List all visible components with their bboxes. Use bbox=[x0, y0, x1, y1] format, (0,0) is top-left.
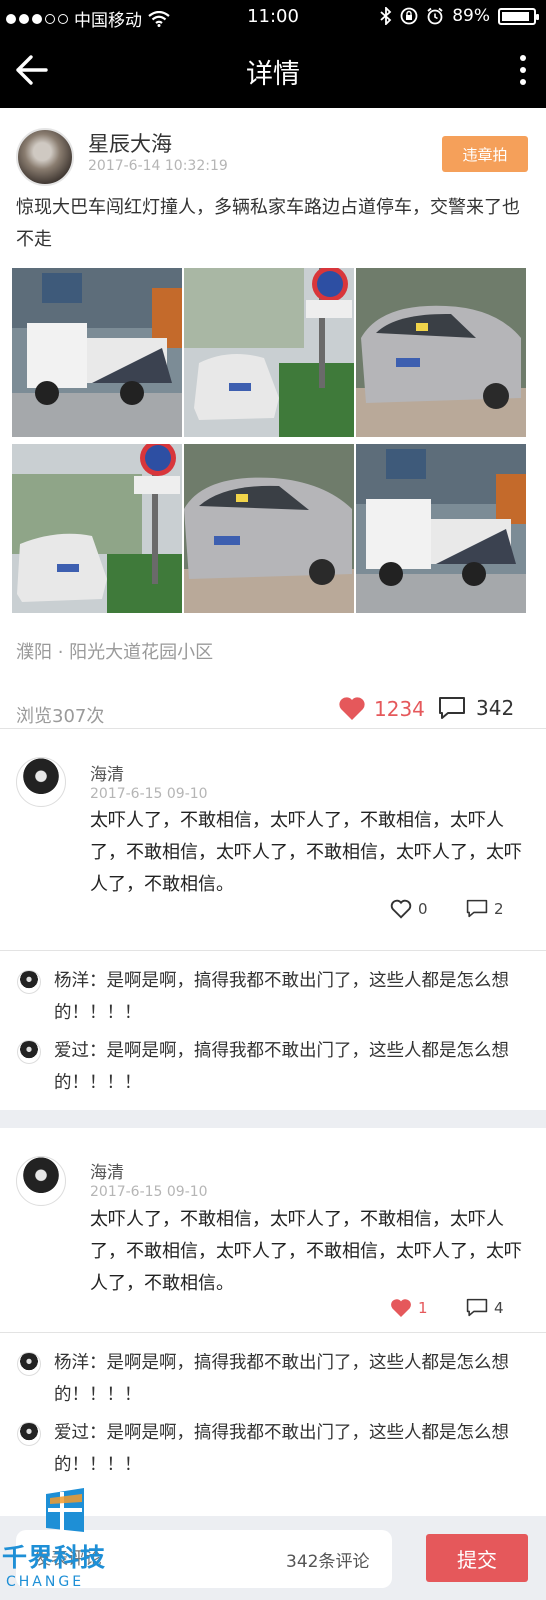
total-comment-count: 342条评论 bbox=[286, 1552, 370, 1572]
comment-icon bbox=[466, 899, 488, 918]
heart-filled-icon bbox=[391, 1299, 411, 1318]
section-gap bbox=[0, 1110, 546, 1128]
reply-text: 爱过：是啊是啊，搞得我都不敢出门了，这些人都是怎么想的！！！！ bbox=[54, 1423, 509, 1475]
violation-tag-button[interactable]: 违章拍 bbox=[442, 136, 528, 172]
heart-outline-icon bbox=[390, 899, 412, 919]
photo-white-sedan-2[interactable] bbox=[12, 444, 182, 613]
battery-percent: 89% bbox=[452, 6, 490, 26]
nav-bar: 详情 bbox=[0, 34, 546, 108]
divider bbox=[0, 950, 546, 951]
comment-icon bbox=[466, 1298, 488, 1317]
photo-tow-truck[interactable] bbox=[12, 268, 182, 437]
comment-icon bbox=[439, 697, 465, 719]
comment-reply-count: 2 bbox=[494, 899, 504, 918]
status-bar: 中国移动 11:00 89% bbox=[0, 0, 546, 34]
watermark-logo: 千界科技 CHANGE bbox=[0, 1482, 130, 1600]
view-count: 浏览307次 bbox=[16, 706, 105, 727]
comment-button[interactable]: 342 bbox=[438, 696, 514, 720]
divider bbox=[0, 728, 546, 729]
watermark-sub: CHANGE bbox=[6, 1574, 85, 1590]
rotation-lock-icon bbox=[400, 7, 418, 25]
comment-like-count: 1 bbox=[418, 1299, 428, 1317]
divider bbox=[0, 1332, 546, 1333]
comment-reply-button[interactable]: 2 bbox=[466, 899, 504, 918]
post-time: 2017-6-14 10:32:19 bbox=[88, 158, 228, 174]
reply-text: 杨洋：是啊是啊，搞得我都不敢出门了，这些人都是怎么想的！！！！ bbox=[54, 971, 509, 1023]
more-icon[interactable] bbox=[514, 52, 532, 88]
comment-like-button[interactable]: 1 bbox=[390, 1298, 428, 1318]
submit-button[interactable]: 提交 bbox=[426, 1534, 528, 1582]
commenter-avatar[interactable] bbox=[16, 1156, 66, 1206]
author-avatar[interactable] bbox=[16, 128, 74, 186]
comment-time: 2017-6-15 09-10 bbox=[90, 786, 208, 802]
comment-reply-count: 4 bbox=[494, 1298, 504, 1317]
photo-tow-truck-2[interactable] bbox=[356, 444, 526, 613]
photo-silver-suv[interactable] bbox=[356, 268, 526, 437]
commenter-name[interactable]: 海清 bbox=[90, 760, 124, 785]
comment-count: 342 bbox=[476, 696, 515, 720]
alarm-icon bbox=[427, 7, 443, 25]
photo-silver-suv-2[interactable] bbox=[184, 444, 354, 613]
author-name[interactable]: 星辰大海 bbox=[88, 128, 172, 158]
reply-text: 爱过：是啊是啊，搞得我都不敢出门了，这些人都是怎么想的！！！！ bbox=[54, 1041, 509, 1093]
comment-like-button[interactable]: 0 bbox=[390, 899, 428, 919]
photo-white-sedan[interactable] bbox=[184, 268, 354, 437]
reply-avatar bbox=[17, 1422, 41, 1446]
post-content: 惊现大巴车闯红灯撞人，多辆私家车路边占道停车，交警来了也不走 bbox=[16, 197, 520, 250]
reply-avatar bbox=[17, 970, 41, 994]
comment-text: 太吓人了，不敢相信，太吓人了，不敢相信，太吓人了，不敢相信，太吓人了，不敢相信，… bbox=[90, 1209, 522, 1294]
comment-reply-button[interactable]: 4 bbox=[466, 1298, 504, 1317]
commenter-avatar[interactable] bbox=[16, 757, 66, 807]
photo-grid bbox=[12, 268, 534, 618]
bluetooth-icon bbox=[380, 7, 392, 25]
comment-time: 2017-6-15 09-10 bbox=[90, 1184, 208, 1200]
page-title: 详情 bbox=[246, 59, 300, 90]
like-button[interactable]: 1234 bbox=[338, 696, 425, 721]
like-count: 1234 bbox=[374, 696, 425, 721]
battery-icon bbox=[498, 7, 539, 25]
reply-avatar bbox=[17, 1040, 41, 1064]
commenter-name[interactable]: 海清 bbox=[90, 1158, 124, 1183]
heart-filled-icon bbox=[339, 697, 365, 720]
windows-logo-icon bbox=[46, 1488, 84, 1532]
status-right: 89% bbox=[380, 6, 539, 26]
post-location[interactable]: 濮阳 · 阳光大道花园小区 bbox=[16, 638, 213, 664]
reply-text: 杨洋：是啊是啊，搞得我都不敢出门了，这些人都是怎么想的！！！！ bbox=[54, 1353, 509, 1405]
reply-avatar bbox=[17, 1352, 41, 1376]
comment-like-count: 0 bbox=[418, 900, 428, 918]
watermark-name: 千界科技 bbox=[2, 1543, 107, 1572]
comment-text: 太吓人了，不敢相信，太吓人了，不敢相信，太吓人了，不敢相信，太吓人了，不敢相信，… bbox=[90, 810, 522, 895]
